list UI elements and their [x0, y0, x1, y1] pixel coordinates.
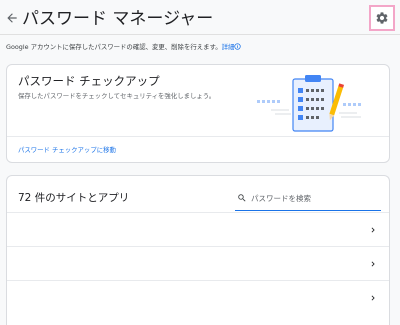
clipboard-checklist-illustration: [257, 75, 361, 132]
learn-more-link[interactable]: 詳細: [222, 43, 242, 51]
header-divider: [0, 34, 400, 35]
list-item[interactable]: [7, 212, 389, 247]
learn-more-label: 詳細: [221, 43, 235, 51]
page-description: Google アカウントに保存したパスワードの確認、変更、削除を行えます。詳細: [6, 43, 242, 52]
gear-icon: [376, 12, 388, 24]
arrow-back-icon[interactable]: [5, 11, 19, 25]
description-text: Google アカウントに保存したパスワードの確認、変更、削除を行えます。: [6, 43, 222, 51]
checkup-subtitle: 保存したパスワードをチェックしてセキュリティを強化しましょう。: [18, 92, 216, 100]
sites-and-apps-card: 72 件のサイトとアプリ: [6, 175, 390, 325]
info-icon: [234, 43, 242, 50]
list-item[interactable]: [7, 246, 389, 281]
list-item[interactable]: [7, 280, 389, 315]
search-icon: [238, 194, 246, 202]
sites-count-title: 72 件のサイトとアプリ: [18, 192, 130, 204]
password-search: [235, 188, 381, 211]
chevron-right-icon: [371, 261, 375, 267]
checkup-divider: [7, 136, 389, 137]
checkup-title: パスワード チェックアップ: [18, 74, 160, 88]
chevron-right-icon: [371, 227, 375, 233]
password-checkup-card: パスワード チェックアップ 保存したパスワードをチェックしてセキュリティを強化し…: [6, 64, 390, 163]
app-header: パスワード マネージャー: [0, 0, 400, 36]
page-title: パスワード マネージャー: [22, 9, 214, 29]
go-to-checkup-link[interactable]: パスワード チェックアップに移動: [18, 146, 116, 155]
chevron-right-icon: [371, 295, 375, 301]
search-input[interactable]: [251, 191, 376, 205]
settings-button[interactable]: [369, 5, 395, 31]
